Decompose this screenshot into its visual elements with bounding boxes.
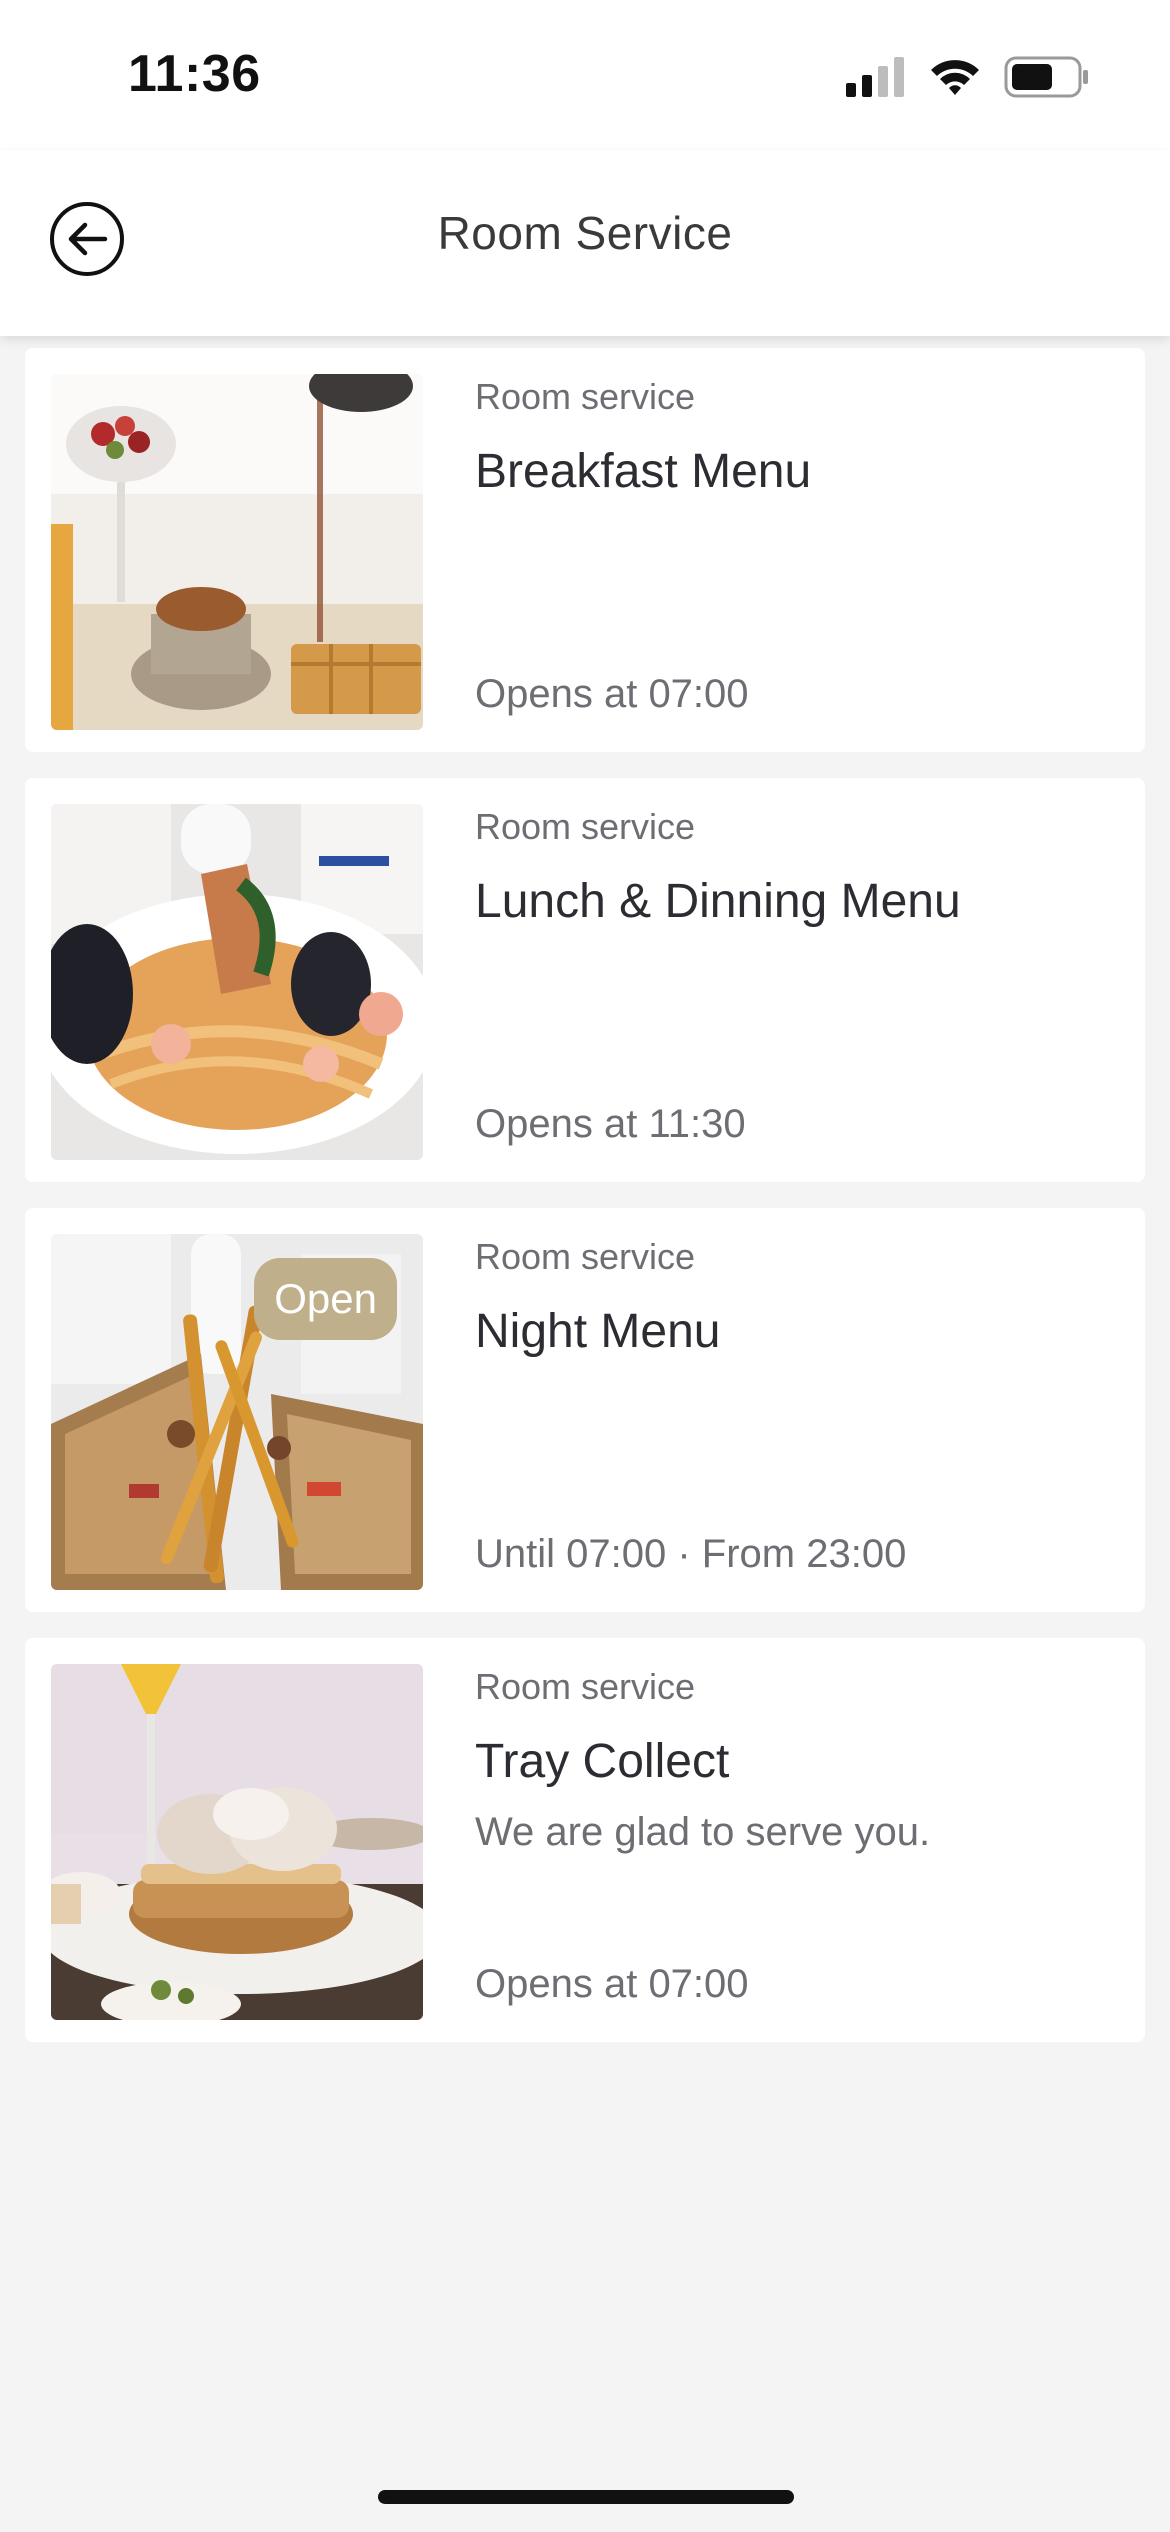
menu-card-lunch-dinning[interactable]: Room service Lunch & Dinning Menu Opens … xyxy=(25,778,1145,1182)
card-hours: Opens at 07:00 xyxy=(475,1962,749,2006)
nav-header: Room Service xyxy=(0,150,1170,336)
breakfast-photo xyxy=(51,374,423,730)
card-title: Lunch & Dinning Menu xyxy=(475,875,961,928)
card-title: Breakfast Menu xyxy=(475,445,812,498)
menu-card-night[interactable]: Open Room service Night Menu Until 07:00… xyxy=(25,1208,1145,1612)
battery-icon xyxy=(1004,56,1088,98)
card-category: Room service xyxy=(475,1666,696,1707)
card-title: Night Menu xyxy=(475,1305,721,1358)
card-category: Room service xyxy=(475,806,696,847)
page-title: Room Service xyxy=(437,207,733,259)
menu-list: Room service Breakfast Menu Opens at 07:… xyxy=(25,348,1145,2068)
wifi-icon xyxy=(931,60,979,95)
seafood-pasta-photo xyxy=(51,804,423,1160)
status-icons xyxy=(846,52,1090,102)
card-category: Room service xyxy=(475,376,696,417)
card-category: Room service xyxy=(475,1236,696,1277)
card-hours: Until 07:00 · From 23:00 xyxy=(475,1532,907,1576)
cellular-signal-icon xyxy=(846,57,904,97)
card-description: We are glad to serve you. xyxy=(475,1810,931,1854)
card-hours: Opens at 07:00 xyxy=(475,672,749,716)
menu-card-tray-collect[interactable]: Room service Tray Collect We are glad to… xyxy=(25,1638,1145,2042)
pastry-photo xyxy=(51,1664,423,2020)
home-indicator[interactable] xyxy=(378,2490,794,2504)
open-status-badge: Open xyxy=(254,1258,397,1340)
status-bar: 11:36 xyxy=(0,0,1170,150)
card-hours: Opens at 11:30 xyxy=(475,1102,746,1146)
menu-card-breakfast[interactable]: Room service Breakfast Menu Opens at 07:… xyxy=(25,348,1145,752)
club-sandwich-photo: Open xyxy=(51,1234,423,1590)
status-time: 11:36 xyxy=(128,45,261,103)
card-title: Tray Collect xyxy=(475,1735,730,1788)
